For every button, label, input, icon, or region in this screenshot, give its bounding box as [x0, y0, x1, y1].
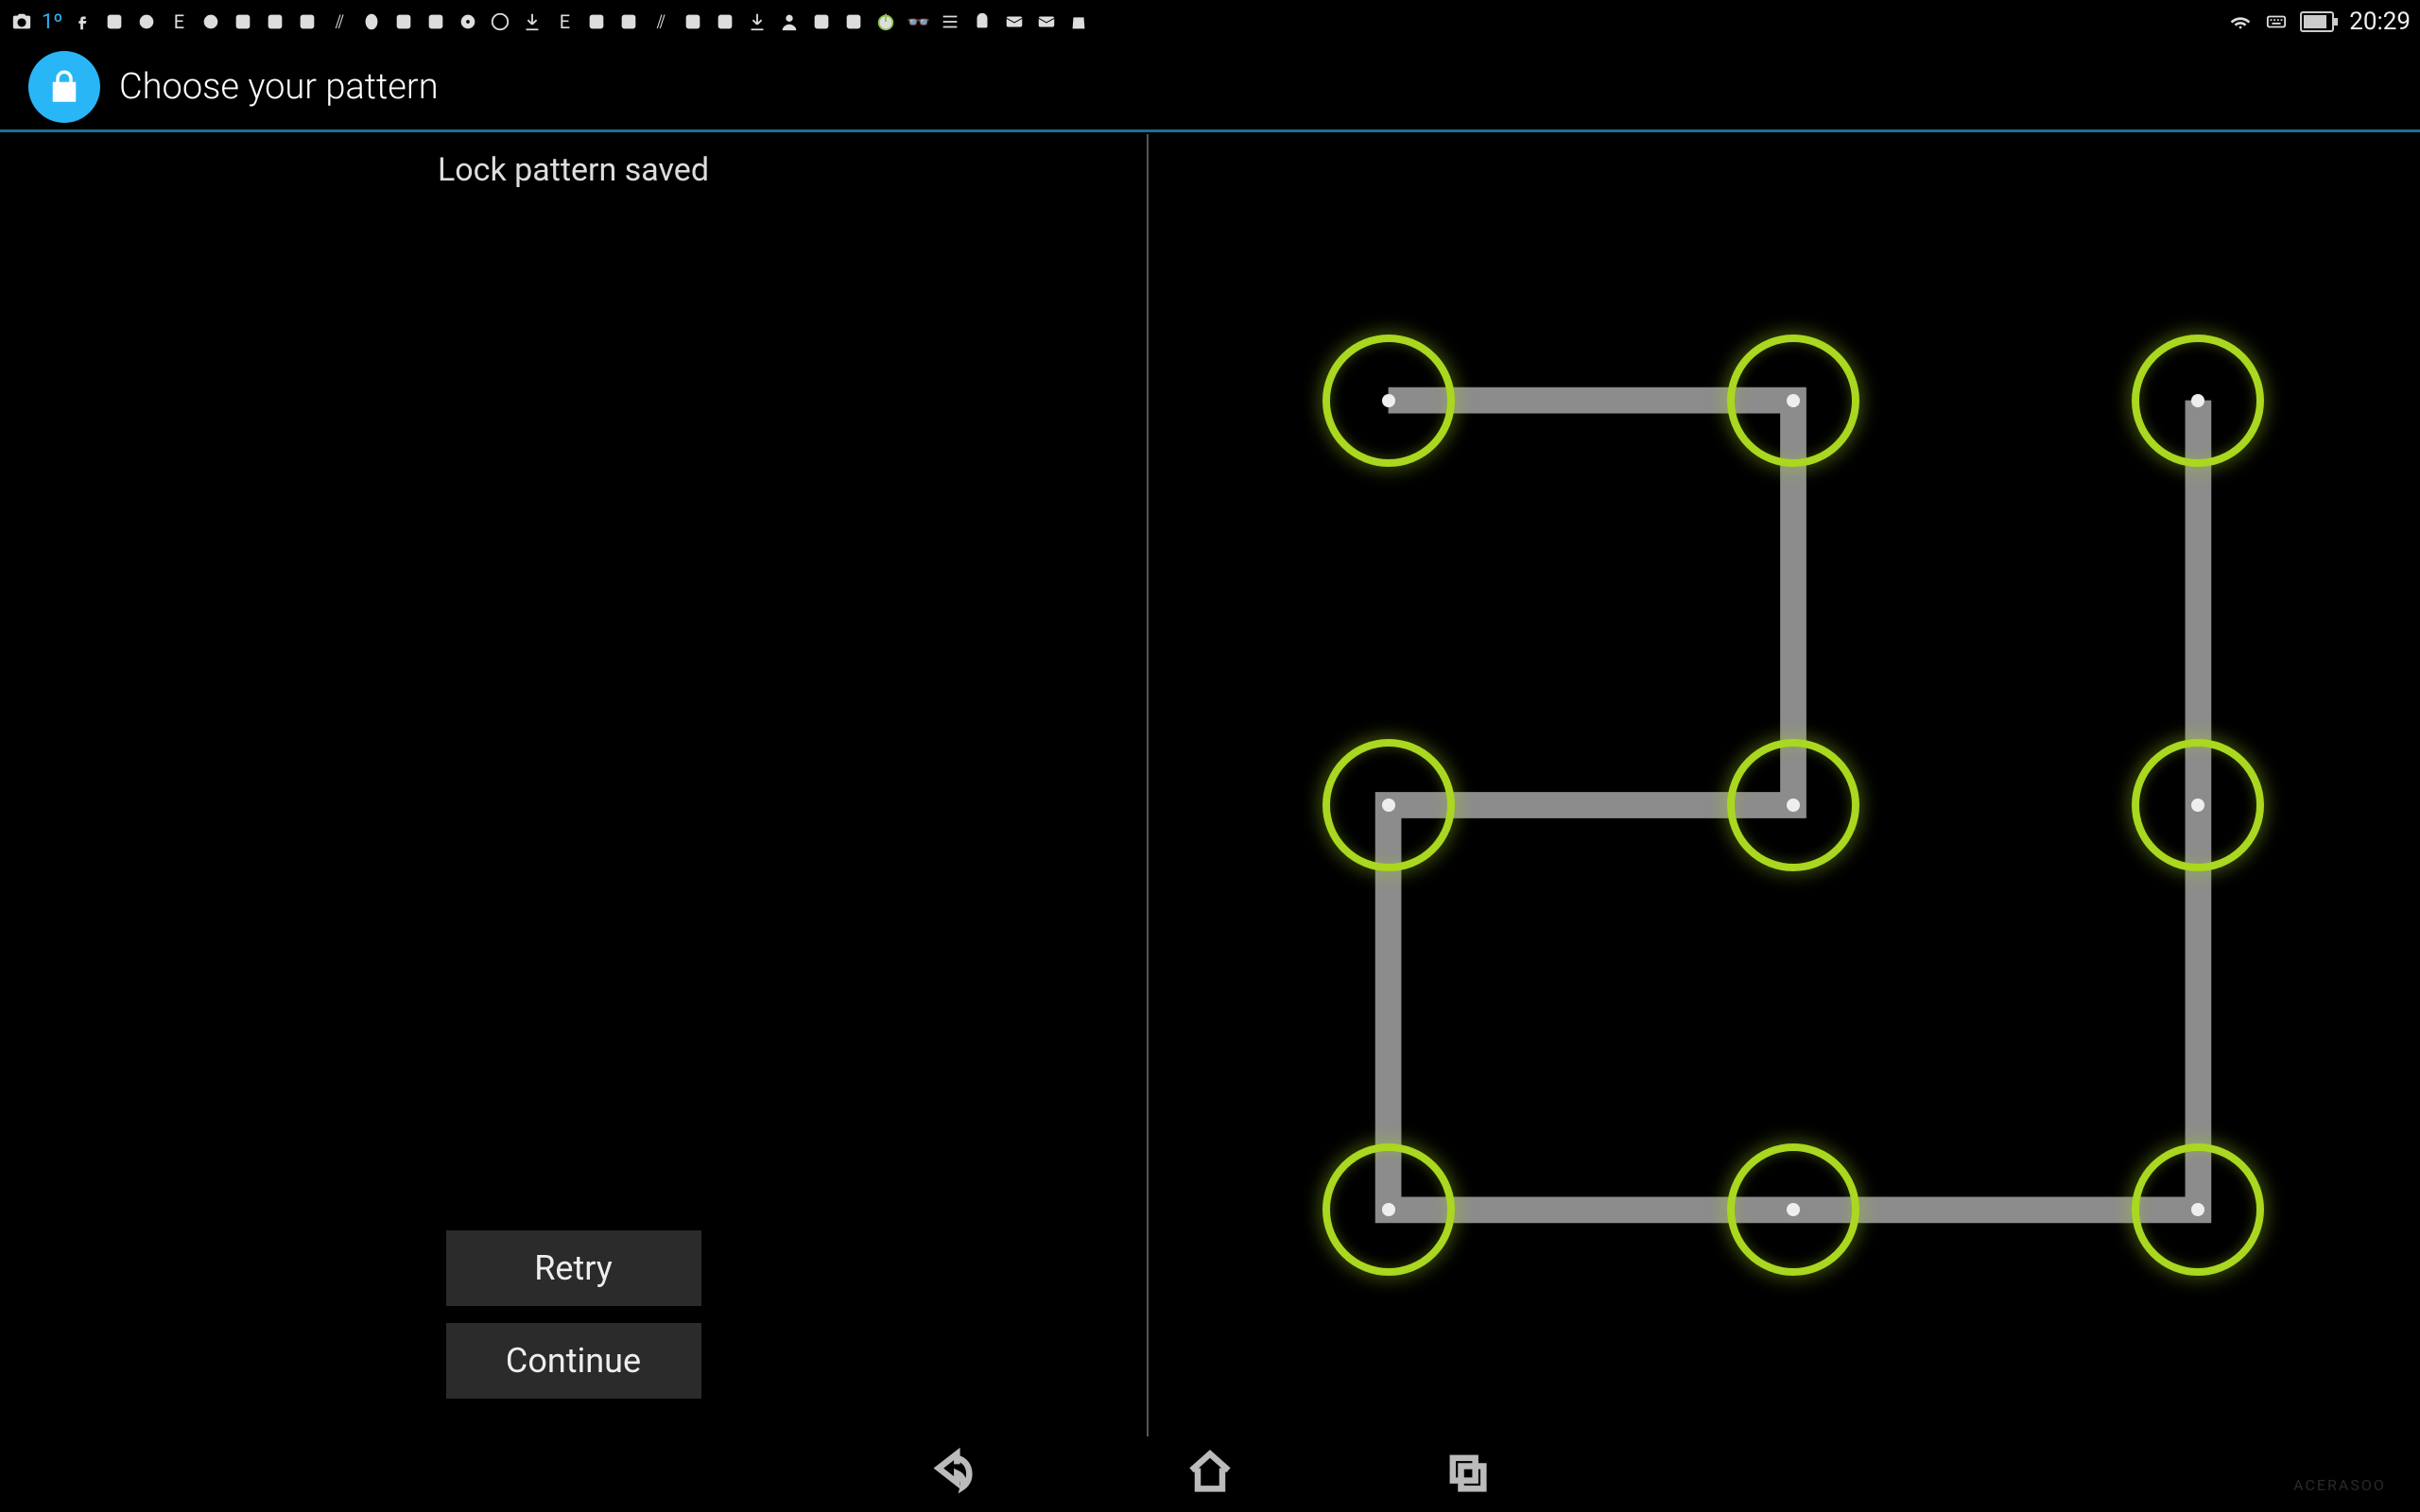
glasses-icon: 👓: [906, 9, 930, 34]
notification-icon: [681, 9, 705, 34]
pattern-dot-0[interactable]: [1322, 335, 1455, 467]
notification-icon: E: [166, 9, 191, 34]
notification-icon: E: [552, 9, 577, 34]
user-icon: [777, 9, 802, 34]
pattern-dot-4[interactable]: [1727, 739, 1859, 871]
temperature-indicator: 1º: [42, 10, 62, 34]
download-icon: [520, 9, 544, 34]
notification-icon: [263, 9, 287, 34]
pattern-pane: [1150, 134, 2420, 1436]
pattern-dot-7[interactable]: [1727, 1143, 1859, 1276]
recent-apps-button[interactable]: [1443, 1448, 1492, 1501]
notification-icon: [584, 9, 609, 34]
page-title: Choose your pattern: [119, 66, 439, 108]
android-status-bar: 1º E ⫽ E ⫽ 👓 2: [0, 0, 2420, 43]
pattern-grid[interactable]: [1198, 210, 2389, 1400]
pattern-dot-1[interactable]: [1727, 335, 1859, 467]
notification-icon: [102, 9, 127, 34]
screen-titlebar: Choose your pattern: [0, 43, 2420, 132]
battery-icon: [2300, 11, 2334, 32]
watermark: ACERASOO: [2269, 1463, 2411, 1506]
notification-icon: [713, 9, 737, 34]
android-nav-bar: [0, 1436, 2420, 1512]
continue-button[interactable]: Continue: [446, 1323, 701, 1399]
notification-icon: ⫽: [327, 9, 352, 34]
bag-icon: [1066, 9, 1091, 34]
pattern-status-message: Lock pattern saved: [0, 134, 1147, 189]
notification-icon: [199, 9, 223, 34]
lock-icon: [28, 51, 100, 123]
mail-icon: [1034, 9, 1059, 34]
keyboard-icon: [2264, 9, 2289, 34]
mail-icon: [1002, 9, 1027, 34]
pattern-dot-2[interactable]: [2132, 335, 2264, 467]
home-button[interactable]: [1185, 1448, 1235, 1501]
notification-icon: [841, 9, 866, 34]
pattern-dot-3[interactable]: [1322, 739, 1455, 871]
notification-icon: [359, 9, 384, 34]
notification-icon: ⫽: [648, 9, 673, 34]
notification-icon: [231, 9, 255, 34]
queue-icon: [938, 9, 962, 34]
notification-icon: [616, 9, 641, 34]
notification-icon: [809, 9, 834, 34]
pattern-dot-6[interactable]: [1322, 1143, 1455, 1276]
notification-icon: [295, 9, 320, 34]
back-button[interactable]: [928, 1448, 977, 1501]
notification-icon: [456, 9, 480, 34]
notification-icon: [488, 9, 512, 34]
notification-icon: [391, 9, 416, 34]
camera-icon: [9, 9, 34, 34]
pattern-dot-8[interactable]: [2132, 1143, 2264, 1276]
power-icon: [873, 9, 898, 34]
facebook-icon: [70, 9, 95, 34]
pattern-dot-5[interactable]: [2132, 739, 2264, 871]
left-pane: Lock pattern saved Retry Continue: [0, 134, 1149, 1436]
statusbar-system-icons: 20:29: [2228, 8, 2411, 36]
android-icon: [970, 9, 994, 34]
notification-icon: [424, 9, 448, 34]
notification-icon: [134, 9, 159, 34]
statusbar-notification-icons: 1º E ⫽ E ⫽ 👓: [9, 9, 2228, 34]
wifi-icon: [2228, 9, 2253, 34]
retry-button[interactable]: Retry: [446, 1230, 701, 1306]
status-clock: 20:29: [2349, 8, 2411, 36]
download-icon: [745, 9, 769, 34]
